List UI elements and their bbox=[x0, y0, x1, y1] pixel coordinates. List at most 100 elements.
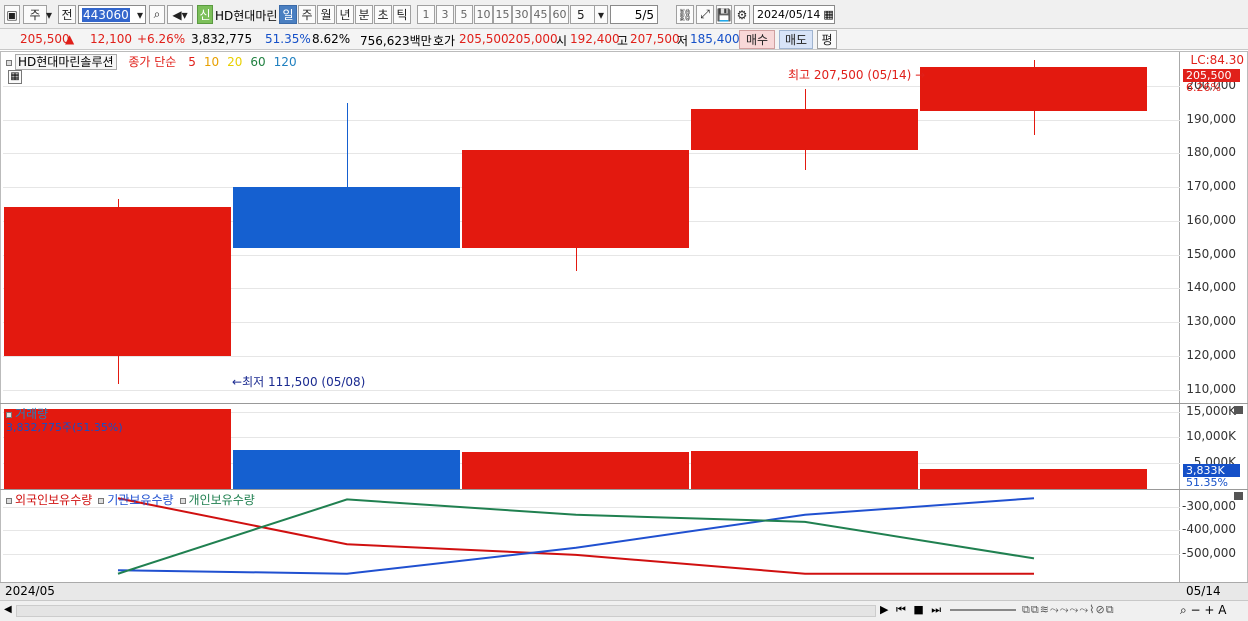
right-arrow-icon: → bbox=[915, 68, 926, 82]
price-pane-title: HD현대마린솔루션 bbox=[15, 54, 117, 70]
candle-body bbox=[691, 109, 918, 150]
interval-button[interactable]: 15 bbox=[493, 5, 512, 24]
pane-close-icon[interactable] bbox=[1234, 492, 1243, 500]
zoom-slider[interactable] bbox=[950, 609, 1016, 611]
holding-tick-label: -500,000 bbox=[1182, 545, 1236, 560]
calendar-icon[interactable]: ▦ bbox=[823, 8, 833, 21]
playback-controls[interactable]: ▶ ⏮ ■ ⏭ bbox=[880, 603, 943, 617]
period-tab[interactable]: 년 bbox=[336, 5, 354, 24]
horizontal-scrollbar[interactable] bbox=[16, 605, 876, 617]
left-arrow-icon: ← bbox=[232, 375, 243, 389]
pane-close-icon[interactable] bbox=[1234, 406, 1243, 414]
low-label: 저 bbox=[677, 34, 689, 48]
period-tab[interactable]: 분 bbox=[355, 5, 373, 24]
zoom-tools[interactable]: ⌕ − + A bbox=[1180, 603, 1226, 618]
holding-tick-label: -300,000 bbox=[1182, 498, 1236, 513]
interval-button[interactable]: 45 bbox=[531, 5, 550, 24]
period-select-label: 주 bbox=[29, 8, 41, 22]
toolbar: ▣ 주 ▾ 전 443060 ▾ ⌕ ◀▾ 신 HD현대마린 일주월년분초틱 1… bbox=[0, 0, 1248, 29]
candle-body bbox=[920, 67, 1147, 112]
current-pct-tag: 6.26% bbox=[1186, 81, 1221, 94]
code-dropdown-icon[interactable]: ▾ bbox=[133, 5, 147, 24]
pane-handle-icon[interactable] bbox=[6, 411, 12, 418]
high-label: 고 bbox=[617, 34, 629, 48]
turnover: 8.62% bbox=[312, 32, 351, 46]
ma-legend-label: 종가 단순 bbox=[128, 55, 177, 69]
interval-button[interactable]: 1 bbox=[417, 5, 435, 24]
bottom-toolbar: ◀ ▶ ⏮ ■ ⏭ ⧉⧉≋⤳⤳⤳⤳⌇⊘⧉ ⌕ − + A bbox=[0, 600, 1248, 621]
gear-icon[interactable]: ⚙ bbox=[734, 5, 750, 24]
stock-name: HD현대마린 bbox=[215, 9, 278, 23]
window-icon[interactable]: ▣ bbox=[4, 5, 20, 24]
speaker-icon[interactable]: ◀▾ bbox=[167, 5, 193, 24]
low-price: 185,400 bbox=[690, 32, 740, 46]
high-annotation: 최고 207,500 (05/14) → bbox=[788, 66, 925, 83]
bid-label: 호가 bbox=[433, 34, 456, 48]
stock-code-value: 443060 bbox=[82, 7, 130, 22]
link-icon[interactable]: ⛓ bbox=[676, 5, 694, 24]
save-icon[interactable]: 💾 bbox=[716, 5, 732, 24]
interval-button[interactable]: 3 bbox=[436, 5, 454, 24]
chevron-down-icon[interactable]: ▾ bbox=[42, 5, 56, 24]
interval-button[interactable]: 30 bbox=[512, 5, 531, 24]
count-select-label: 5 bbox=[577, 7, 585, 22]
volume-bar bbox=[233, 450, 460, 489]
ma-period-label: 120 bbox=[273, 55, 297, 69]
quote-info-bar: 205,500 ▲ 12,100 +6.26% 3,832,775 51.35%… bbox=[0, 29, 1248, 50]
period-tab[interactable]: 주 bbox=[298, 5, 316, 24]
holding-legend-label: 기관보유수량 bbox=[107, 493, 174, 507]
volume-bar bbox=[462, 451, 689, 489]
pane-handle-icon[interactable] bbox=[6, 59, 12, 66]
scroll-left-icon[interactable]: ◀ bbox=[4, 604, 12, 615]
interval-button[interactable]: 5 bbox=[455, 5, 473, 24]
candle-body bbox=[233, 187, 460, 248]
volume-value: 3,832,775주(51.35%) bbox=[6, 421, 123, 434]
date-input[interactable]: 2024/05/14 ▦ bbox=[753, 5, 835, 24]
prefix-button[interactable]: 전 bbox=[58, 5, 76, 24]
count-dropdown-icon[interactable]: ▾ bbox=[594, 5, 608, 24]
period-tab[interactable]: 초 bbox=[374, 5, 392, 24]
price-tick-label: 150,000 bbox=[1186, 246, 1236, 261]
average-button[interactable]: 평 bbox=[817, 30, 837, 49]
gridline bbox=[3, 389, 1180, 391]
period-tab[interactable]: 일 bbox=[279, 5, 297, 24]
period-tab[interactable]: 월 bbox=[317, 5, 335, 24]
interval-button[interactable]: 10 bbox=[474, 5, 493, 24]
holding-legend-label: 개인보유수량 bbox=[188, 493, 255, 507]
interval-button[interactable]: 60 bbox=[550, 5, 569, 24]
price-pane-legend: HD현대마린솔루션 종가 단순 5 10 20 60 120 bbox=[6, 53, 297, 70]
x-axis-start: 2024/05 bbox=[5, 584, 55, 598]
count-input[interactable]: 5/5 bbox=[610, 5, 658, 24]
low-annotation-text: 최저 111,500 (05/08) bbox=[242, 375, 366, 389]
holding-legend-label: 외국인보유수량 bbox=[15, 493, 93, 507]
holding-legend: 외국인보유수량 기관보유수량 개인보유수량 bbox=[6, 491, 261, 508]
ma-period-label: 5 bbox=[188, 55, 196, 69]
price-change-pct: +6.26% bbox=[137, 32, 186, 46]
crosshair-icon[interactable]: ⤢ bbox=[696, 5, 714, 24]
drawing-tools[interactable]: ⧉⧉≋⤳⤳⤳⤳⌇⊘⧉ bbox=[1022, 603, 1115, 617]
x-axis-end: 05/14 bbox=[1186, 584, 1221, 598]
holding-tick-label: -400,000 bbox=[1182, 522, 1236, 537]
ma-period-label: 10 bbox=[203, 55, 220, 69]
current-price: 205,500 bbox=[20, 32, 70, 46]
price-tick-label: 160,000 bbox=[1186, 212, 1236, 227]
period-tab[interactable]: 틱 bbox=[393, 5, 411, 24]
volume-bar bbox=[920, 469, 1147, 489]
buy-button[interactable]: 매수 bbox=[739, 30, 775, 49]
low-annotation: ←최저 111,500 (05/08) bbox=[232, 373, 365, 390]
price-tick-label: 170,000 bbox=[1186, 179, 1236, 193]
gridline bbox=[3, 119, 1180, 121]
volume-ratio: 51.35% bbox=[265, 32, 311, 46]
table-icon[interactable]: ▦ bbox=[8, 70, 22, 84]
open-price: 192,400 bbox=[570, 32, 620, 46]
ask-price: 205,500 bbox=[459, 32, 509, 46]
sell-button[interactable]: 매도 bbox=[779, 30, 813, 49]
ma-period-label: 20 bbox=[227, 55, 243, 69]
candle-body bbox=[4, 207, 231, 356]
search-icon[interactable]: ⌕ bbox=[149, 5, 165, 24]
volume: 3,832,775 bbox=[191, 32, 253, 46]
price-tick-label: 120,000 bbox=[1186, 347, 1236, 362]
volume-pct-tag: 51.35% bbox=[1186, 476, 1228, 489]
high-price: 207,500 bbox=[630, 32, 680, 46]
legend-marker bbox=[6, 497, 12, 504]
